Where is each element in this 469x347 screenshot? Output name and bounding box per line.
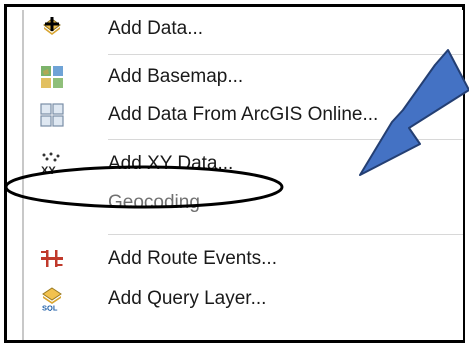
menu-item-label: Add Data... xyxy=(108,18,204,39)
menu-item-label: Add Query Layer... xyxy=(108,288,267,309)
basemap-icon xyxy=(40,65,64,89)
route-events-icon xyxy=(40,247,64,271)
menu-item-label: Add Basemap... xyxy=(108,66,244,87)
menu-item-label: Add Route Events... xyxy=(108,248,277,269)
arcgis-online-icon xyxy=(40,103,64,127)
query-layer-icon: SQL xyxy=(40,287,64,313)
svg-text:SQL: SQL xyxy=(42,304,58,312)
menu-separator xyxy=(108,234,463,235)
add-data-icon xyxy=(40,17,64,41)
highlight-ellipse xyxy=(4,165,284,209)
menu-item-add-query-layer[interactable]: SQL Add Query Layer... xyxy=(24,280,465,318)
menu-item-add-route-events[interactable]: Add Route Events... xyxy=(24,240,465,278)
annotation-arrow xyxy=(359,49,469,176)
